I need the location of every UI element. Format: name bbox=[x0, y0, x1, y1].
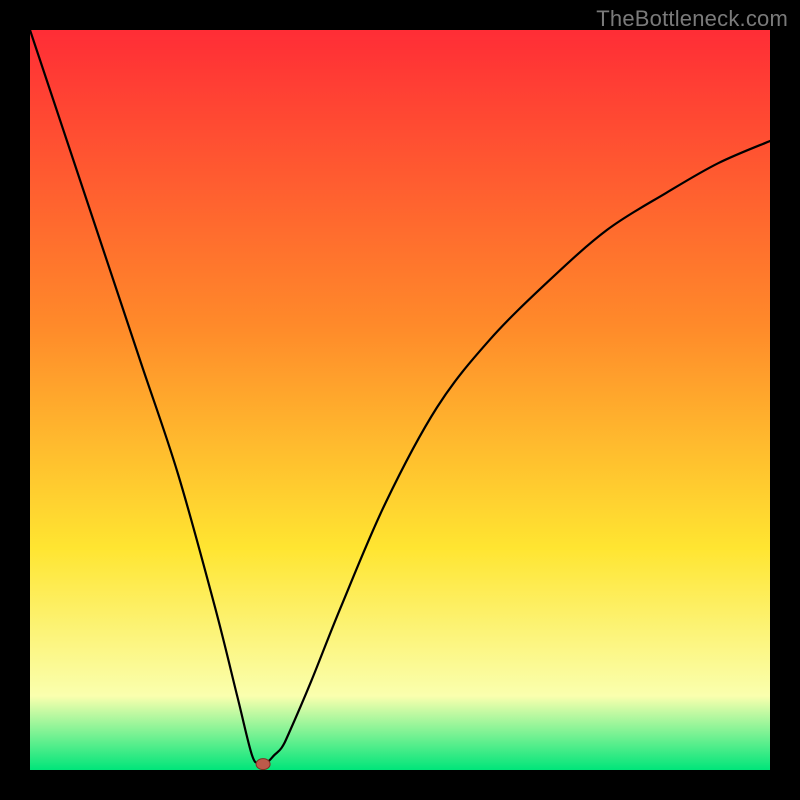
plot-area bbox=[30, 30, 770, 770]
attribution-text: TheBottleneck.com bbox=[596, 6, 788, 32]
bottleneck-chart bbox=[30, 30, 770, 770]
chart-frame: TheBottleneck.com bbox=[0, 0, 800, 800]
optimum-marker bbox=[256, 759, 270, 770]
gradient-background bbox=[30, 30, 770, 770]
